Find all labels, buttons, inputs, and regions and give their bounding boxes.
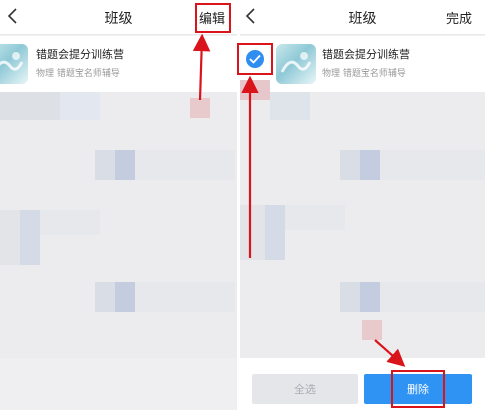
blurred-block	[0, 358, 237, 410]
annotation-box-delete	[391, 370, 445, 408]
annotation-box-checkbox	[237, 43, 273, 75]
blurred-block	[340, 282, 360, 312]
blurred-block	[240, 80, 270, 100]
class-list-item[interactable]: 错题会提分训练营 物理 错题宝名师辅导	[240, 36, 485, 92]
select-all-button[interactable]: 全选	[252, 374, 358, 404]
blurred-block	[20, 210, 40, 265]
class-title: 错题会提分训练营	[36, 48, 124, 61]
class-list-item[interactable]: 错题会提分训练营 物理 错题宝名师辅导	[0, 36, 237, 92]
blurred-block	[362, 320, 382, 340]
blurred-block	[115, 282, 135, 312]
blurred-block	[135, 282, 235, 312]
annotation-box-edit	[195, 3, 231, 33]
blurred-block	[60, 92, 100, 120]
class-avatar-icon	[0, 44, 28, 84]
blurred-block	[340, 150, 360, 180]
class-subtitle: 物理 错题宝名师辅导	[36, 69, 120, 79]
blurred-block	[240, 205, 265, 260]
blurred-block	[285, 205, 345, 230]
class-avatar-icon	[276, 44, 316, 84]
blurred-block	[380, 282, 485, 312]
blurred-block	[190, 98, 210, 118]
blurred-block	[265, 205, 285, 260]
blurred-block	[95, 150, 115, 180]
blurred-block	[0, 92, 60, 120]
done-button[interactable]: 完成	[446, 8, 472, 27]
class-title: 错题会提分训练营	[322, 48, 410, 61]
right-screen: 班级 完成 错题会提分训练营 物理 错题宝名师辅导 全选 删除	[240, 0, 485, 410]
blurred-block	[135, 150, 235, 180]
right-navbar: 班级 完成	[240, 0, 485, 35]
blurred-block	[380, 150, 485, 180]
class-subtitle: 物理 错题宝名师辅导	[322, 69, 406, 79]
left-screen: 班级 编辑 错题会提分训练营 物理 错题宝名师辅导	[0, 0, 237, 410]
blurred-block	[115, 150, 135, 180]
blurred-block	[360, 150, 380, 180]
blurred-block	[95, 282, 115, 312]
bottom-action-bar: 全选 删除	[240, 358, 485, 410]
blurred-block	[360, 282, 380, 312]
blurred-block	[40, 210, 100, 235]
blurred-block	[270, 92, 310, 120]
